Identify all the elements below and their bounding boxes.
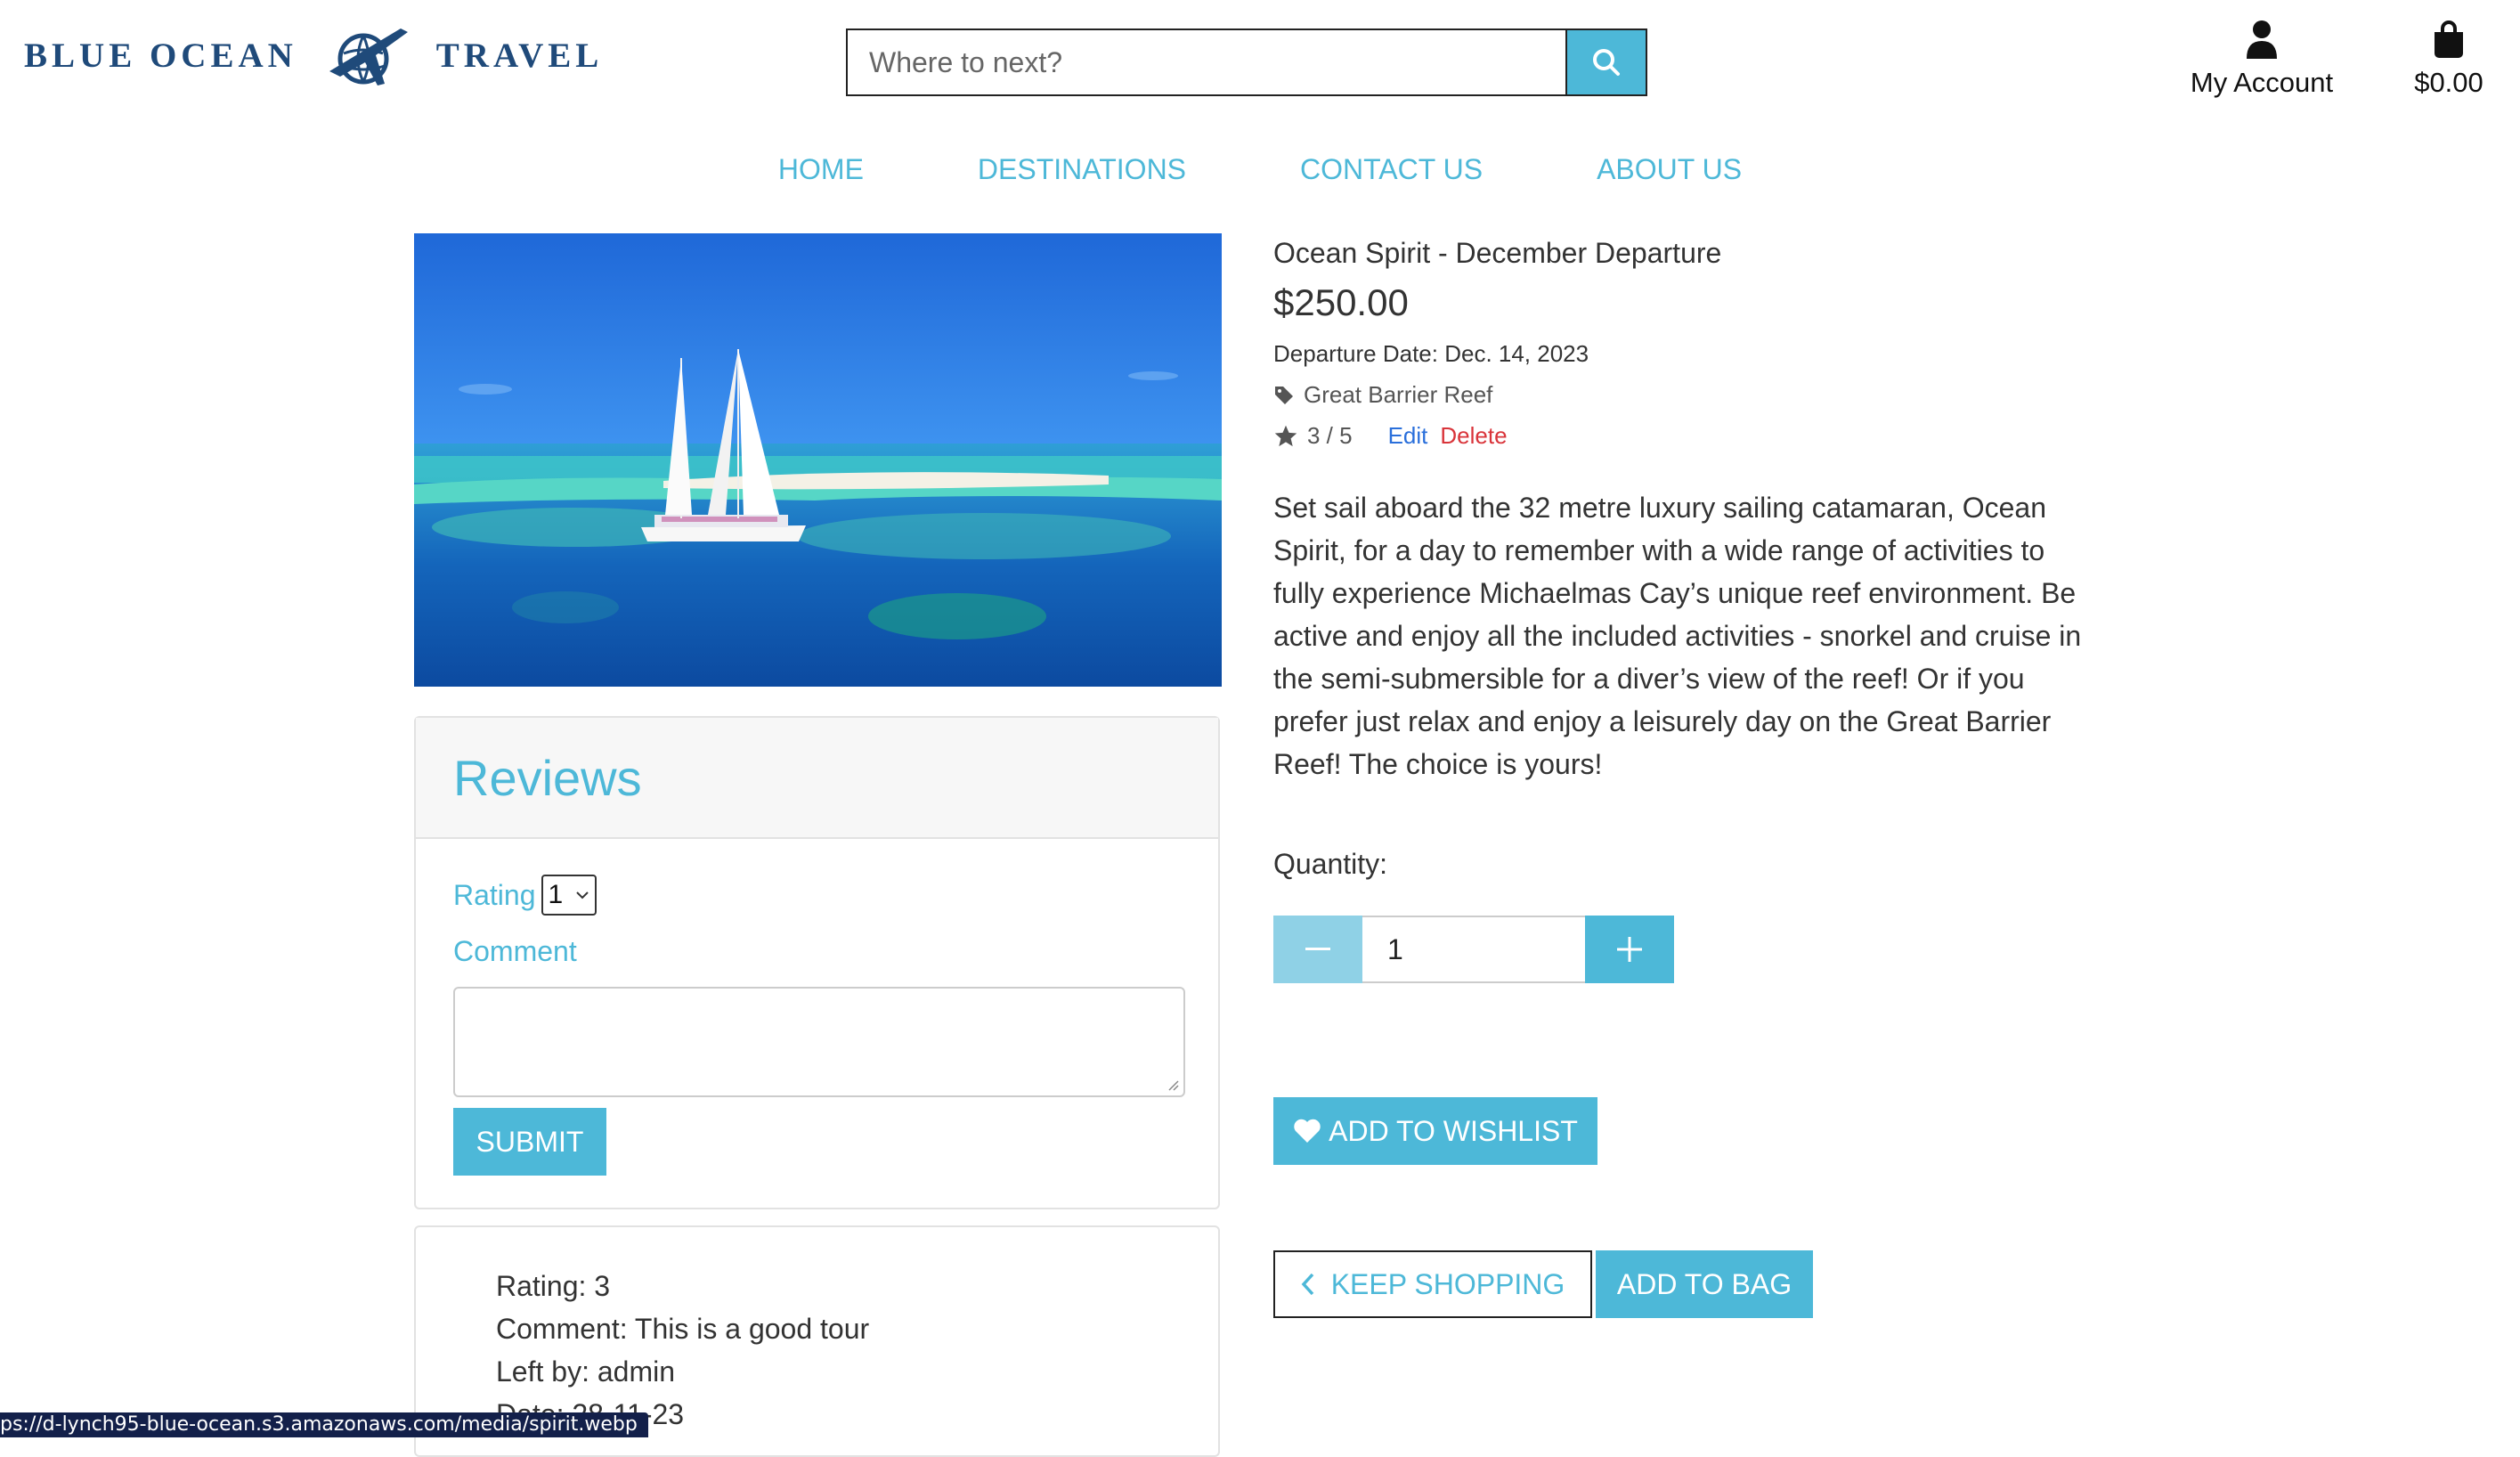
quantity-label: Quantity: <box>1273 848 1388 880</box>
delete-product-link[interactable]: Delete <box>1440 422 1507 450</box>
rating-label: Rating <box>453 878 536 911</box>
review-author: Left by: admin <box>496 1355 675 1388</box>
departure-date: Departure Date: Dec. 14, 2023 <box>1273 340 1589 367</box>
account-label: My Account <box>2190 67 2334 98</box>
comment-label: Comment <box>453 935 577 967</box>
nav-contact-us[interactable]: CONTACT US <box>1300 153 1483 186</box>
product-category[interactable]: Great Barrier Reef <box>1273 381 1492 409</box>
reviews-title: Reviews <box>453 749 642 806</box>
chevron-down-icon <box>575 891 589 899</box>
rating-select[interactable]: 1 <box>541 875 597 916</box>
main-nav: HOME DESTINATIONS CONTACT US ABOUT US <box>0 153 2520 186</box>
search-bar <box>846 28 1647 96</box>
star-icon <box>1274 425 1297 446</box>
nav-home[interactable]: HOME <box>778 153 864 186</box>
wishlist-label: ADD TO WISHLIST <box>1329 1114 1578 1147</box>
nav-destinations[interactable]: DESTINATIONS <box>978 153 1186 186</box>
add-to-wishlist-button[interactable]: ADD TO WISHLIST <box>1273 1097 1597 1165</box>
heart-icon <box>1294 1119 1321 1143</box>
user-icon <box>2247 20 2277 59</box>
category-label: Great Barrier Reef <box>1304 381 1493 408</box>
product-description: Set sail aboard the 32 metre luxury sail… <box>1273 492 2082 780</box>
brand-name-right: TRAVEL <box>435 36 604 75</box>
product-title: Ocean Spirit - December Departure <box>1273 237 1722 269</box>
brand-logo[interactable]: BLUE OCEAN TRAVEL <box>24 20 603 91</box>
plus-icon <box>1617 937 1642 962</box>
globe-plane-icon <box>329 28 408 85</box>
keep-shopping-label: KEEP SHOPPING <box>1330 1267 1565 1300</box>
reviews-header: Reviews <box>416 718 1218 839</box>
review-comment: Comment: This is a good tour <box>496 1313 870 1345</box>
chevron-left-icon <box>1301 1273 1313 1296</box>
status-bar-url: ps://d-lynch95-blue-ocean.s3.amazonaws.c… <box>0 1412 648 1437</box>
my-account-link[interactable]: My Account <box>2173 20 2351 99</box>
search-icon <box>1593 49 1620 76</box>
shopping-bag-icon <box>2435 20 2463 58</box>
product-price: $250.00 <box>1273 281 1409 323</box>
quantity-input[interactable] <box>1362 916 1585 983</box>
resize-handle-icon[interactable] <box>1166 1078 1180 1092</box>
rating-row: Rating 1 <box>453 875 597 916</box>
brand-name-left: BLUE OCEAN <box>24 36 297 75</box>
rating-select-value: 1 <box>548 880 564 909</box>
search-button[interactable] <box>1565 28 1647 96</box>
product-rating-row: 3 / 5 Edit Delete <box>1273 422 1508 450</box>
shopping-bag-link[interactable]: $0.00 <box>2395 20 2502 99</box>
product-rating: 3 / 5 <box>1307 422 1353 449</box>
catamaran-photo <box>414 233 1222 687</box>
product-image[interactable] <box>414 233 1222 687</box>
minus-icon <box>1305 948 1330 950</box>
review-rating: Rating: 3 <box>496 1270 611 1302</box>
bag-total: $0.00 <box>2414 67 2483 98</box>
nav-about-us[interactable]: ABOUT US <box>1597 153 1742 186</box>
increment-button[interactable] <box>1585 916 1674 983</box>
quantity-stepper <box>1273 916 1674 983</box>
comment-textarea[interactable] <box>453 987 1185 1097</box>
edit-product-link[interactable]: Edit <box>1388 422 1428 450</box>
add-to-bag-button[interactable]: ADD TO BAG <box>1596 1250 1813 1318</box>
reviews-panel: Reviews Rating 1 Comment SUBMIT <box>414 716 1220 1209</box>
tag-icon <box>1275 386 1293 404</box>
submit-review-button[interactable]: SUBMIT <box>453 1108 606 1176</box>
keep-shopping-button[interactable]: KEEP SHOPPING <box>1273 1250 1592 1318</box>
search-input[interactable] <box>846 28 1565 96</box>
decrement-button[interactable] <box>1273 916 1362 983</box>
